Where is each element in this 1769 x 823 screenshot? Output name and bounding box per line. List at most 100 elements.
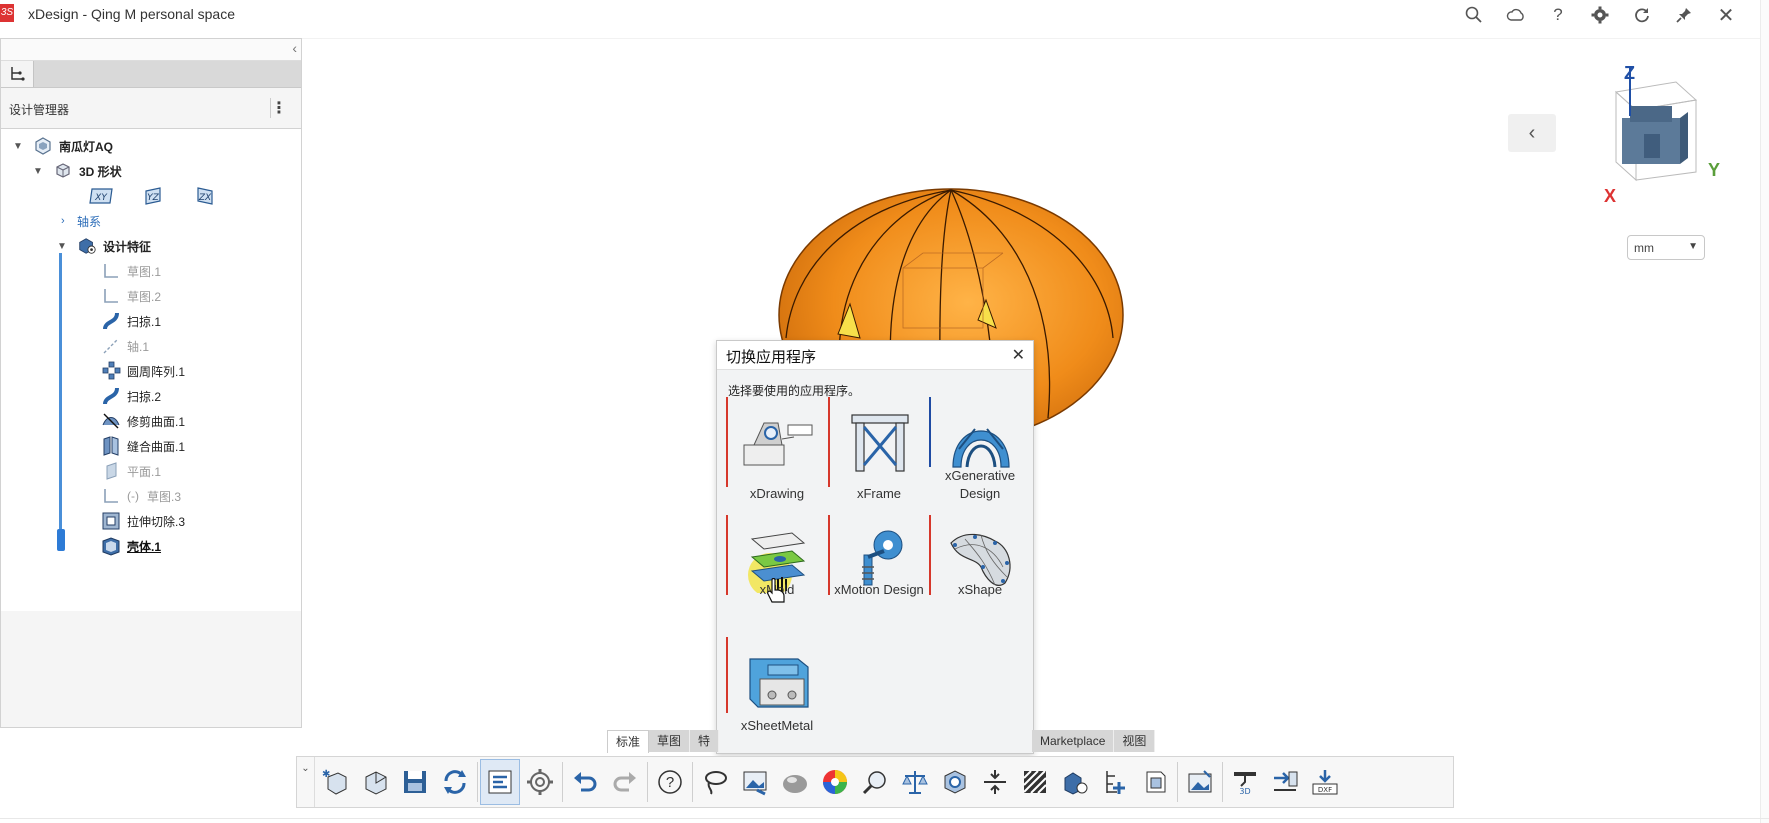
xy-plane-icon[interactable]: XY — [87, 187, 115, 205]
knit-surface-icon — [101, 436, 121, 456]
pin-icon[interactable] — [1663, 0, 1705, 30]
dialog-close-icon[interactable]: ✕ — [1012, 345, 1025, 365]
feature-row[interactable]: 缝合曲面.1 — [101, 433, 185, 459]
rebuild-icon[interactable] — [435, 759, 475, 805]
tab-sketch[interactable]: 草图 — [649, 730, 691, 752]
cloud-icon[interactable] — [1495, 0, 1537, 30]
tab-features[interactable]: 特 — [690, 730, 720, 752]
switch-app-icon[interactable] — [480, 759, 520, 805]
feature-row[interactable]: 扫掠.2 — [101, 383, 161, 409]
tree-features-row[interactable]: ▼ 设计特征 — [57, 233, 151, 259]
rollback-handle[interactable] — [57, 529, 65, 551]
svg-text:✱: ✱ — [322, 769, 330, 780]
feature-label: 扫掠.2 — [127, 389, 162, 404]
redo-icon[interactable] — [605, 759, 645, 805]
feature-label: 草图.3 — [147, 489, 182, 504]
app-accent-bar — [726, 397, 728, 487]
app-xmold[interactable]: xMold — [726, 515, 828, 627]
lasso-icon[interactable] — [695, 759, 735, 805]
feature-row[interactable]: 轴.1 — [101, 333, 149, 359]
tree-axes-label: 轴系 — [77, 214, 102, 229]
tab-marketplace[interactable]: Marketplace — [1032, 730, 1115, 752]
feature-row[interactable]: 草图.2 — [101, 283, 161, 309]
view-cube[interactable]: Z Y X — [1596, 62, 1736, 212]
feature-row[interactable]: 拉伸切除.3 — [101, 508, 185, 534]
yz-plane-icon[interactable]: YZ — [139, 187, 167, 205]
tree-root-label: 南瓜灯AQ — [59, 139, 114, 154]
expand-triangle-icon[interactable]: ▼ — [57, 241, 67, 252]
app-name: xFrame — [856, 486, 902, 501]
tree-root-row[interactable]: ▼ 南瓜灯AQ — [13, 133, 113, 159]
timeline-bar — [59, 253, 62, 549]
app-xdrawing[interactable]: xDrawing — [726, 397, 828, 509]
extrude-cut-icon — [101, 512, 121, 530]
tree-shape-row[interactable]: ▼ 3D 形状 — [33, 158, 122, 184]
command-toolbar: ⌄ ✱ ? 3D DXF — [296, 756, 1454, 808]
view-image-icon[interactable] — [735, 759, 775, 805]
gear-icon[interactable] — [1579, 0, 1621, 30]
back-button[interactable]: ‹ — [1508, 114, 1556, 152]
top-right-toolbar: ? ✕ — [1453, 0, 1747, 30]
feature-row[interactable]: 圆周阵列.1 — [101, 358, 185, 384]
collapse-panel-icon[interactable]: ‹ — [292, 40, 297, 56]
compress-icon[interactable] — [975, 759, 1015, 805]
tree-axes-row[interactable]: › 轴系 — [61, 208, 101, 234]
expand-triangle-icon[interactable]: ▼ — [33, 166, 43, 177]
insert-reference-icon[interactable] — [1095, 759, 1135, 805]
svg-text:?: ? — [666, 774, 674, 791]
section-view-icon[interactable] — [935, 759, 975, 805]
color-wheel-icon[interactable] — [815, 759, 855, 805]
help-icon[interactable]: ? — [1537, 0, 1579, 30]
app-xgenerative-design[interactable]: xGenerative Design — [929, 397, 1031, 509]
open-part-icon[interactable] — [355, 759, 395, 805]
feature-row[interactable]: 扫掠.1 — [101, 308, 161, 334]
zx-plane-icon[interactable]: ZX — [191, 187, 219, 205]
tree-features-label: 设计特征 — [103, 239, 152, 254]
y-axis-label: Y — [1708, 160, 1720, 180]
close-icon[interactable]: ✕ — [1705, 0, 1747, 30]
gear-icon[interactable] — [520, 759, 560, 805]
hatch-icon[interactable] — [1015, 759, 1055, 805]
feature-label: 草图.2 — [127, 289, 162, 304]
new-part-icon[interactable]: ✱ — [315, 759, 355, 805]
app-name: xShape — [957, 582, 1003, 597]
svg-text:3D: 3D — [1239, 787, 1250, 796]
export-dxf-icon[interactable]: DXF — [1305, 759, 1345, 805]
tab-standard[interactable]: 标准 — [607, 730, 650, 753]
component-icon[interactable] — [1055, 759, 1095, 805]
feature-row-selected[interactable]: 壳体.1 — [101, 533, 161, 559]
feature-row[interactable]: 修剪曲面.1 — [101, 408, 185, 434]
feature-row[interactable]: 草图.1 — [101, 258, 161, 284]
expand-triangle-icon[interactable]: ▼ — [13, 141, 23, 152]
feature-row[interactable]: 平面.1 — [101, 458, 161, 484]
more-options-icon[interactable]: ⋮ — [271, 98, 287, 118]
undo-icon[interactable] — [565, 759, 605, 805]
feature-label: 修剪曲面.1 — [127, 414, 186, 429]
feature-tree-tab[interactable] — [1, 61, 34, 87]
chevron-right-icon[interactable]: › — [61, 215, 71, 227]
units-dropdown[interactable]: mm ▼ — [1627, 235, 1705, 260]
toolbar-collapse-icon[interactable]: ⌄ — [297, 757, 315, 807]
search-icon[interactable] — [1453, 0, 1495, 30]
app-xsheetmetal[interactable]: xSheetMetal — [726, 637, 828, 749]
measure-icon[interactable] — [855, 759, 895, 805]
drawing-sheet-icon[interactable] — [1135, 759, 1175, 805]
refresh-icon[interactable] — [1621, 0, 1663, 30]
export-icon[interactable] — [1265, 759, 1305, 805]
render-icon[interactable] — [1180, 759, 1220, 805]
help-icon[interactable]: ? — [650, 759, 690, 805]
feature-row[interactable]: (-) 草图.3 — [101, 483, 181, 509]
print-3d-icon[interactable]: 3D — [1225, 759, 1265, 805]
tab-view[interactable]: 视图 — [1114, 730, 1156, 752]
shape-icon — [53, 162, 73, 180]
title-bar: 3S xDesign - Qing M personal space ? ✕ — [0, 0, 1769, 30]
mass-properties-icon[interactable] — [895, 759, 935, 805]
app-xframe[interactable]: xFrame — [828, 397, 930, 509]
sketch-icon — [101, 487, 121, 505]
feature-label: 轴.1 — [127, 339, 150, 354]
app-name-line2: Design — [959, 486, 1001, 501]
app-xmotion-design[interactable]: xMotion Design — [828, 515, 930, 627]
appearance-icon[interactable] — [775, 759, 815, 805]
save-icon[interactable] — [395, 759, 435, 805]
app-xshape[interactable]: xShape — [929, 515, 1031, 627]
